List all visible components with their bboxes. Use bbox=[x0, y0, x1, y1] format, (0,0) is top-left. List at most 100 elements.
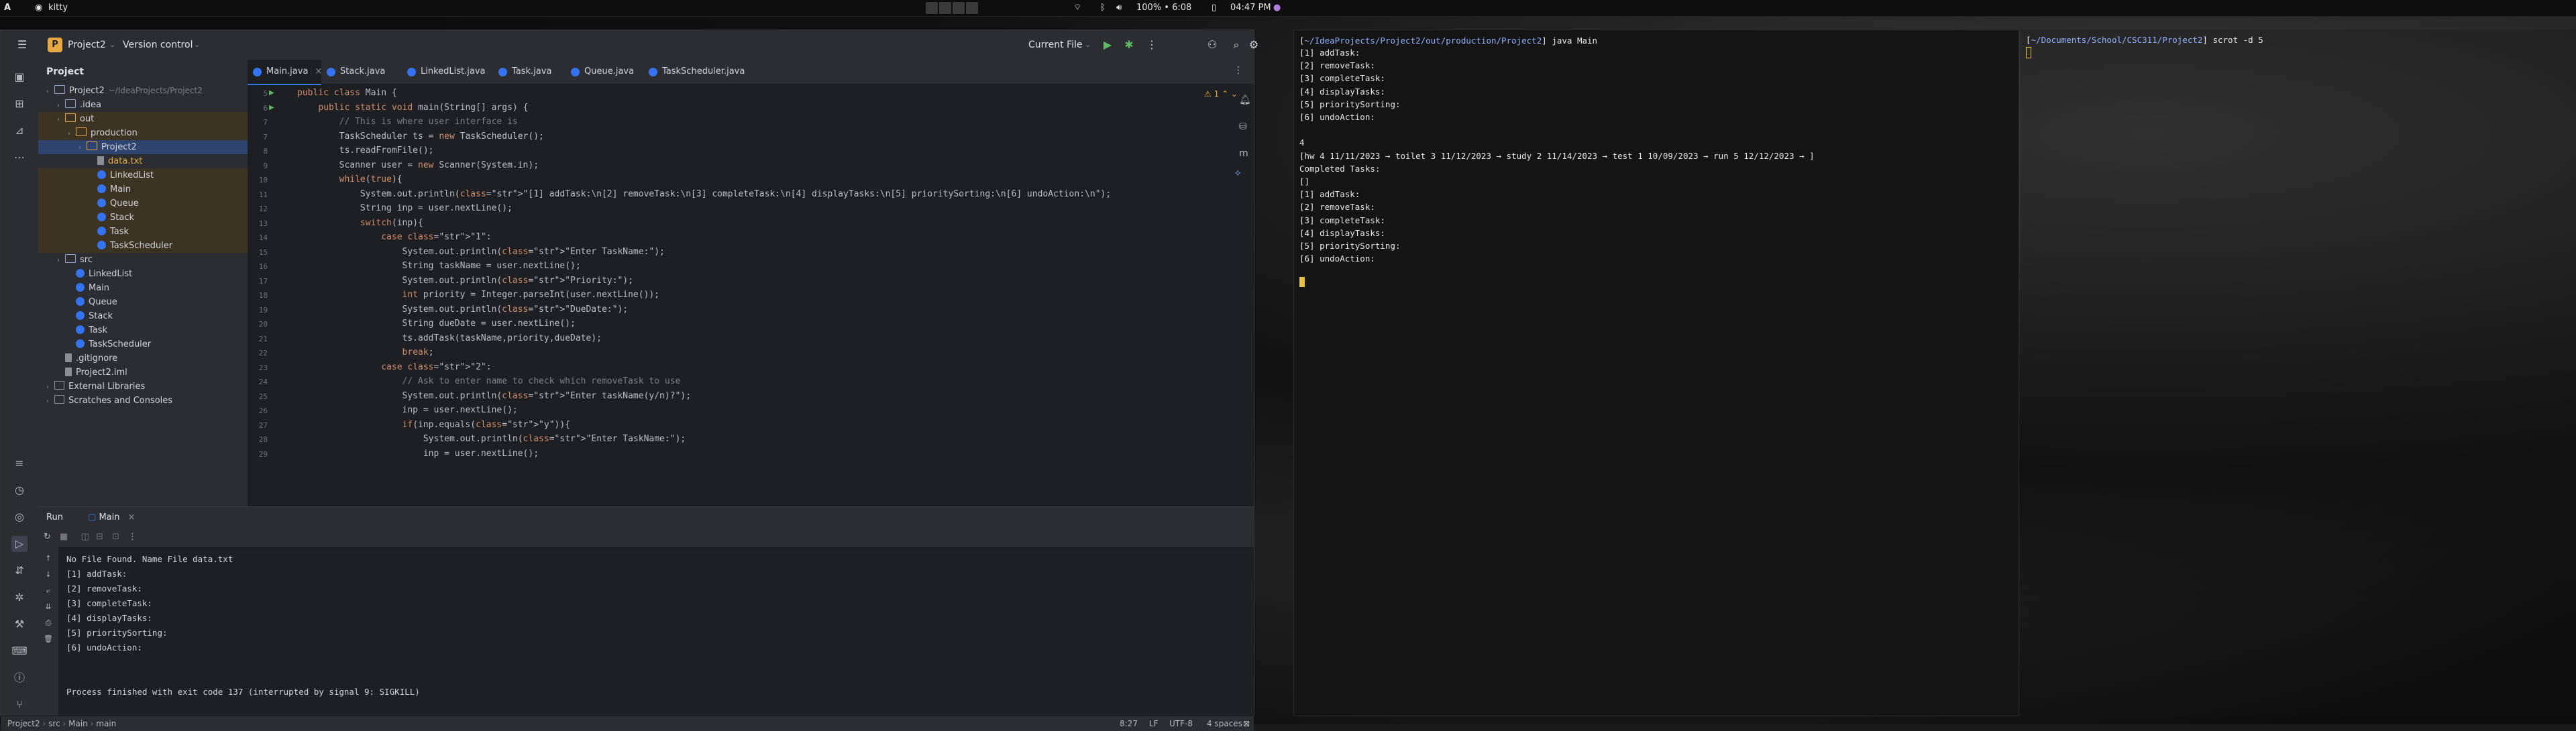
more-actions-icon[interactable]: ⋮ bbox=[1145, 38, 1159, 52]
run-panel-title[interactable]: Run bbox=[46, 512, 63, 522]
file-encoding[interactable]: UTF-8 bbox=[1169, 716, 1193, 731]
breadcrumb-item-project[interactable]: Project2 bbox=[7, 719, 40, 728]
lock-icon[interactable]: ▯ bbox=[1212, 0, 1216, 16]
editor-tab[interactable]: Stack.java bbox=[321, 60, 402, 84]
line-separator[interactable]: LF bbox=[1149, 716, 1159, 731]
account-icon[interactable]: ⚇ bbox=[1205, 38, 1219, 52]
git-tool-icon[interactable]: ⇵ bbox=[11, 563, 28, 579]
tree-item[interactable]: › out bbox=[38, 112, 248, 126]
tree-item[interactable]: Task bbox=[38, 225, 248, 239]
code-line[interactable]: inp = user.nextLine(); bbox=[297, 449, 539, 459]
terminal-window-secondary[interactable]: [~/Documents/School/CSC311/Project2] scr… bbox=[2021, 30, 2576, 715]
code-line[interactable]: Scanner user = new Scanner(System.in); bbox=[297, 160, 539, 170]
tree-item[interactable]: Main bbox=[38, 182, 248, 196]
tree-item[interactable]: Stack bbox=[38, 309, 248, 323]
pin-icon[interactable]: ⊡ bbox=[112, 532, 119, 542]
run-config-tab[interactable]: ▢ Main × bbox=[81, 507, 142, 530]
expand-chevron-icon[interactable]: › bbox=[46, 85, 54, 99]
database-icon[interactable]: ⛁ bbox=[1239, 121, 1247, 132]
vcs-menu[interactable]: Version control bbox=[123, 30, 193, 60]
tree-item[interactable]: Queue bbox=[38, 295, 248, 309]
battery-status[interactable]: 100% • 6:08 bbox=[1136, 0, 1191, 16]
maven-icon[interactable]: m bbox=[1239, 148, 1248, 159]
run-icon[interactable]: ▶ bbox=[1101, 38, 1114, 52]
terminal-window-main[interactable]: [~/IdeaProjects/Project2/out/production/… bbox=[1293, 30, 2019, 716]
tree-item[interactable]: Project2.iml bbox=[38, 366, 248, 380]
code-line[interactable]: String taskName = user.nextLine(); bbox=[297, 261, 581, 271]
expand-chevron-icon[interactable]: › bbox=[46, 394, 54, 408]
close-icon[interactable]: × bbox=[128, 512, 136, 522]
structure-tool-icon[interactable]: ⊞ bbox=[11, 96, 28, 112]
code-line[interactable]: case class="str">"1": bbox=[297, 232, 491, 242]
editor-tab[interactable]: Task.java bbox=[493, 60, 566, 84]
tabs-more-icon[interactable]: ⋮ bbox=[1234, 65, 1243, 76]
indent-setting[interactable]: 4 spaces bbox=[1207, 716, 1242, 731]
code-line[interactable]: break; bbox=[297, 347, 434, 357]
ai-assistant-icon[interactable]: ✧ bbox=[1234, 168, 1242, 179]
code-line[interactable]: public static void main(String[] args) { bbox=[297, 103, 528, 113]
expand-chevron-icon[interactable]: › bbox=[68, 127, 76, 141]
code-line[interactable]: System.out.println(class="str">"Enter Ta… bbox=[297, 434, 686, 444]
build-tool-icon[interactable]: ⚒ bbox=[11, 616, 28, 632]
notifications-icon[interactable]: 🔔︎ bbox=[1239, 95, 1251, 105]
profiler-tool-icon[interactable]: ◷ bbox=[11, 482, 28, 498]
tree-item[interactable]: › src bbox=[38, 253, 248, 267]
tree-item[interactable]: › Scratches and Consoles bbox=[38, 394, 248, 408]
code-line[interactable]: System.out.println(class="str">"[1] addT… bbox=[297, 189, 1111, 199]
restore-layout-icon[interactable]: ⊟ bbox=[96, 532, 103, 542]
code-line[interactable]: int priority = Integer.parseInt(user.nex… bbox=[297, 290, 660, 300]
editor-tab[interactable]: Queue.java bbox=[566, 60, 643, 84]
code-line[interactable]: // This is where user interface is bbox=[297, 117, 518, 127]
code-line[interactable]: inp = user.nextLine(); bbox=[297, 405, 518, 415]
lock-icon[interactable]: ⊠ bbox=[1243, 716, 1250, 731]
code-line[interactable]: if(inp.equals(class="str">"y")){ bbox=[297, 420, 570, 430]
expand-chevron-icon[interactable]: › bbox=[57, 113, 65, 127]
breadcrumb-item-class[interactable]: Main bbox=[68, 719, 88, 728]
tree-item[interactable]: .gitignore bbox=[38, 351, 248, 366]
services-tool-icon[interactable]: ◎ bbox=[11, 509, 28, 525]
tree-item[interactable]: Queue bbox=[38, 196, 248, 211]
tree-item[interactable]: LinkedList bbox=[38, 267, 248, 281]
debug-tool-icon[interactable]: ✲ bbox=[11, 589, 28, 606]
tree-item[interactable]: Task bbox=[38, 323, 248, 337]
project-tool-icon[interactable]: ▣ bbox=[11, 69, 28, 85]
code-line[interactable]: while(true){ bbox=[297, 174, 402, 184]
search-icon[interactable]: ⌕ bbox=[1230, 38, 1243, 52]
project-switcher[interactable]: Project2 bbox=[68, 30, 106, 60]
tree-item[interactable]: Stack bbox=[38, 211, 248, 225]
debug-icon[interactable]: ✱ bbox=[1122, 38, 1136, 52]
tree-item[interactable]: data.txt bbox=[38, 154, 248, 168]
code-line[interactable]: String dueDate = user.nextLine(); bbox=[297, 319, 576, 329]
todo-tool-icon[interactable]: ≡ bbox=[11, 455, 28, 471]
tree-item[interactable]: › Project2 ~/IdeaProjects/Project2 bbox=[38, 84, 248, 98]
editor-tab[interactable]: LinkedList.java bbox=[402, 60, 493, 84]
code-line[interactable]: switch(inp){ bbox=[297, 218, 423, 228]
run-tool-icon[interactable]: ▷ bbox=[11, 536, 28, 552]
run-console-output[interactable]: No File Found. Name File data.txt [1] add… bbox=[38, 547, 1254, 716]
breadcrumb-item-method[interactable]: main bbox=[96, 719, 116, 728]
editor-tab[interactable]: Main.java × bbox=[248, 60, 322, 85]
vcs-tool-icon[interactable]: ⑂ bbox=[11, 697, 28, 713]
tree-item[interactable]: › production bbox=[38, 126, 248, 140]
tree-item[interactable]: TaskScheduler bbox=[38, 337, 248, 351]
code-line[interactable]: TaskScheduler ts = new TaskScheduler(); bbox=[297, 131, 544, 142]
more-tools-icon[interactable]: ⋯ bbox=[11, 150, 28, 166]
bookmarks-tool-icon[interactable]: ⊿ bbox=[11, 123, 28, 139]
tree-item[interactable]: › .idea bbox=[38, 98, 248, 112]
bluetooth-icon[interactable]: ᛒ bbox=[1100, 0, 1106, 16]
problems-tool-icon[interactable]: ⓘ bbox=[11, 670, 28, 686]
tree-item[interactable]: › External Libraries bbox=[38, 380, 248, 394]
code-line[interactable]: System.out.println(class="str">"Enter ta… bbox=[297, 391, 692, 401]
volume-icon[interactable]: 🔊︎ bbox=[1116, 0, 1122, 16]
wifi-icon[interactable]: ⌔ bbox=[1073, 0, 1081, 16]
settings-gear-icon[interactable]: ⚙ bbox=[1247, 38, 1260, 52]
stop-icon[interactable]: ■ bbox=[60, 532, 68, 542]
expand-chevron-icon[interactable]: › bbox=[57, 99, 65, 113]
main-menu-icon[interactable]: ☰ bbox=[15, 38, 29, 52]
rerun-icon[interactable]: ↻ bbox=[44, 532, 51, 542]
code-area[interactable]: 5 ▶ public class Main {6 ▶ public static vo… bbox=[248, 84, 1254, 506]
editor-tab[interactable]: TaskScheduler.java bbox=[643, 60, 748, 84]
expand-chevron-icon[interactable]: › bbox=[46, 380, 54, 394]
more-icon[interactable]: ⋮ bbox=[128, 532, 137, 542]
code-line[interactable]: System.out.println(class="str">"Enter Ta… bbox=[297, 247, 665, 257]
